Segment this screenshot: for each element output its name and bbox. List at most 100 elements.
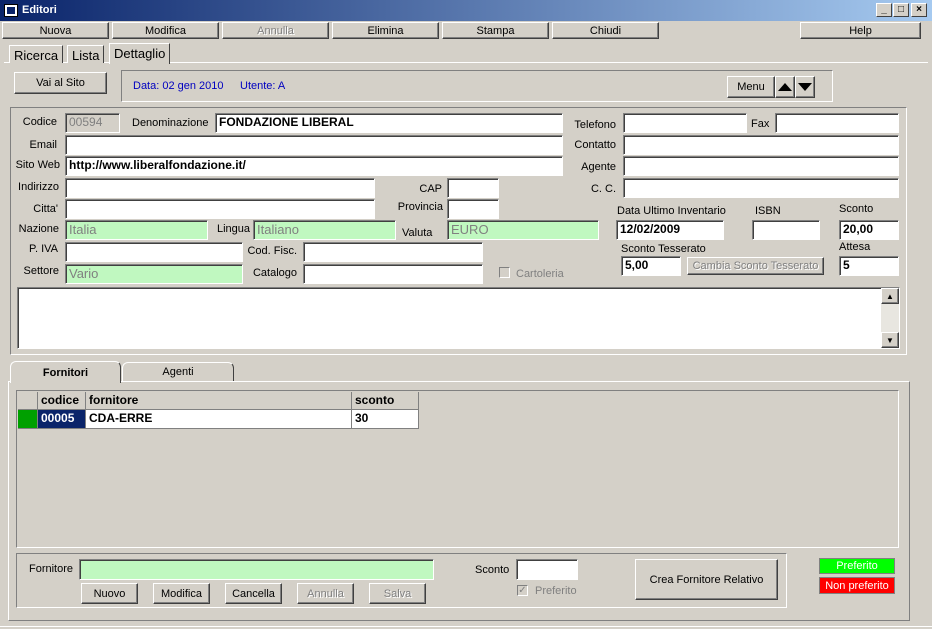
fax-field[interactable] (775, 113, 899, 133)
modifica-button[interactable]: Modifica (112, 22, 219, 39)
cap-label: CAP (419, 183, 442, 195)
indirizzo-label: Indirizzo (18, 181, 59, 193)
sito-web-field[interactable]: http://www.liberalfondazione.it/ (65, 156, 563, 176)
lingua-label: Lingua (217, 223, 251, 235)
codice-label: Codice (22, 116, 57, 128)
tab-lista[interactable]: Lista (67, 45, 105, 63)
settore-field[interactable]: Vario (65, 264, 243, 284)
grid-corner (18, 392, 38, 410)
modifica-fornitore-button[interactable]: Modifica (153, 583, 210, 604)
arrow-up-button[interactable] (775, 76, 795, 98)
sconto-field[interactable]: 20,00 (839, 220, 899, 240)
citta-label: Citta' (33, 203, 58, 215)
scroll-up-icon[interactable]: ▲ (881, 288, 899, 304)
window-title: Editori (22, 4, 57, 16)
piva-field[interactable] (65, 242, 243, 262)
cc-label: C. C. (590, 183, 616, 195)
data-inventario-label: Data Ultimo Inventario (617, 205, 726, 217)
help-button[interactable]: Help (800, 22, 921, 39)
provincia-field[interactable] (447, 199, 499, 219)
cancella-button[interactable]: Cancella (225, 583, 282, 604)
cartoleria-checkbox[interactable] (499, 267, 510, 278)
arrow-up-icon (778, 83, 792, 91)
nuovo-button[interactable]: Nuovo (81, 583, 138, 604)
user-label: Utente: A (240, 80, 286, 92)
sconto-bottom-field[interactable] (516, 559, 578, 580)
denominazione-label: Denominazione (132, 117, 209, 129)
provincia-label: Provincia (397, 201, 443, 213)
tab-ricerca[interactable]: Ricerca (9, 45, 64, 63)
subtab-fornitori[interactable]: Fornitori (10, 361, 121, 383)
sconto-tesserato-field[interactable]: 5,00 (621, 256, 681, 276)
telefono-label: Telefono (574, 119, 616, 131)
arrow-down-icon (798, 83, 812, 91)
fornitore-label: Fornitore (29, 563, 74, 575)
catalogo-label: Catalogo (252, 267, 297, 279)
piva-label: P. IVA (29, 243, 58, 255)
valuta-label: Valuta (402, 227, 433, 239)
cap-field[interactable] (447, 178, 499, 198)
tab-dettaglio[interactable]: Dettaglio (109, 43, 171, 64)
legend-non-preferito: Non preferito (819, 577, 895, 594)
fax-label: Fax (751, 118, 770, 130)
sconto-tesserato-label: Sconto Tesserato (621, 243, 706, 255)
data-inventario-field[interactable]: 12/02/2009 (616, 220, 724, 240)
citta-field[interactable] (65, 199, 375, 219)
valuta-field[interactable]: EURO (447, 220, 599, 240)
scroll-down-icon[interactable]: ▼ (881, 332, 899, 348)
grid-header-sconto[interactable]: sconto (352, 392, 419, 410)
fornitore-field[interactable] (79, 559, 434, 580)
subtab-agenti[interactable]: Agenti (122, 362, 234, 381)
denominazione-field[interactable]: FONDAZIONE LIBERAL (215, 113, 563, 133)
attesa-label: Attesa (839, 241, 871, 253)
crea-fornitore-button[interactable]: Crea Fornitore Relativo (635, 559, 778, 600)
nazione-field[interactable]: Italia (65, 220, 208, 240)
grid-header-codice[interactable]: codice (38, 392, 86, 410)
title-bar: Editori (0, 0, 932, 21)
notes-textarea[interactable] (17, 287, 900, 349)
codfisc-label: Cod. Fisc. (247, 245, 297, 257)
email-field[interactable] (65, 135, 563, 155)
nazione-label: Nazione (18, 223, 59, 235)
preferito-checkbox[interactable]: ✓ (517, 585, 528, 596)
table-row-codice[interactable]: 00005 (38, 410, 86, 429)
codfisc-field[interactable] (303, 242, 483, 262)
salva-button[interactable]: Salva (369, 583, 426, 604)
indirizzo-field[interactable] (65, 178, 375, 198)
notes-scrollbar[interactable]: ▲ ▼ (881, 288, 899, 348)
settore-label: Settore (23, 265, 59, 277)
codice-field[interactable]: 00594 (65, 113, 120, 133)
agente-label: Agente (581, 161, 616, 173)
sito-web-label: Sito Web (15, 159, 60, 171)
agente-field[interactable] (623, 156, 899, 176)
email-label: Email (29, 139, 57, 151)
sconto-label: Sconto (839, 203, 874, 215)
attesa-field[interactable]: 5 (839, 256, 899, 276)
isbn-field[interactable] (752, 220, 820, 240)
grid-header-fornitore[interactable]: fornitore (86, 392, 352, 410)
chiudi-button[interactable]: Chiudi (552, 22, 659, 39)
vai-al-sito-button[interactable]: Vai al Sito (14, 72, 107, 94)
catalogo-field[interactable] (303, 264, 483, 284)
nuova-button[interactable]: Nuova (2, 22, 109, 39)
lingua-field[interactable]: Italiano (253, 220, 396, 240)
arrow-down-button[interactable] (795, 76, 815, 98)
legend-preferito: Preferito (819, 558, 895, 574)
annulla-button[interactable]: Annulla (222, 22, 329, 39)
minimize-button[interactable]: _ (876, 3, 892, 17)
cambia-sconto-button[interactable]: Cambia Sconto Tesserato (687, 257, 824, 275)
maximize-button[interactable]: □ (893, 3, 909, 17)
preferito-checkbox-label: Preferito (535, 585, 577, 597)
telefono-field[interactable] (623, 113, 747, 133)
app-icon (4, 4, 18, 17)
cc-field[interactable] (623, 178, 899, 198)
close-button[interactable]: × (911, 3, 927, 17)
contatto-field[interactable] (623, 135, 899, 155)
stampa-button[interactable]: Stampa (442, 22, 549, 39)
table-row-fornitore[interactable]: CDA-ERRE (86, 410, 352, 429)
annulla-fornitore-button[interactable]: Annulla (297, 583, 354, 604)
elimina-button[interactable]: Elimina (332, 22, 439, 39)
menu-button[interactable]: Menu (727, 76, 775, 98)
table-row-sconto[interactable]: 30 (352, 410, 419, 429)
row-indicator[interactable] (18, 410, 38, 429)
